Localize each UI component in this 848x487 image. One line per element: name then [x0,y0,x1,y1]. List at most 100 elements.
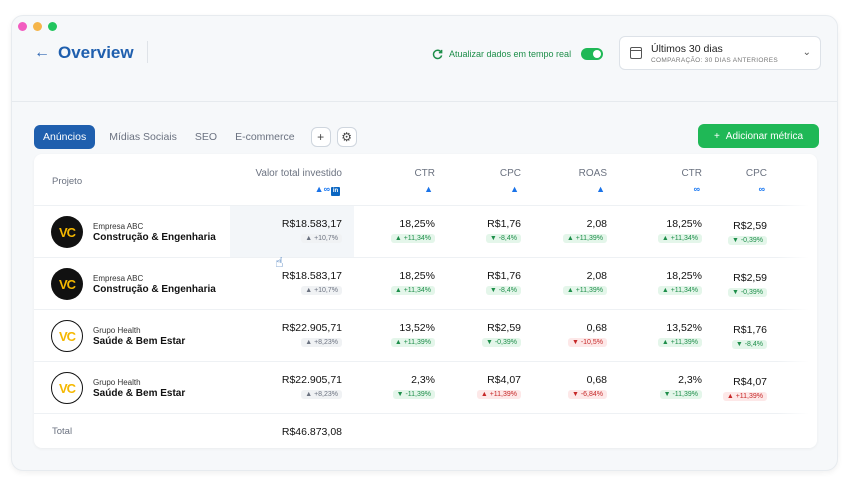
delta-text: +11,39% [489,391,517,398]
metric-value: R$22.905,71 [281,322,342,334]
column-header[interactable]: CPC [500,168,521,179]
column-header[interactable]: CTR [681,168,702,179]
refresh-icon [432,49,443,59]
hand-cursor-icon: ☝ [275,254,284,270]
delta-text: -0,39% [494,339,517,346]
metric-delta-badge: ▲ +10,7% [301,286,342,295]
company-logo: VC [51,216,83,248]
column-header[interactable]: CTR [414,168,435,179]
metric-delta-badge: ▲ +11,39% [476,390,521,399]
realtime-sync-toggle[interactable] [581,48,604,60]
add-metric-button[interactable]: + Adicionar métrica [698,124,819,148]
arrow-up-icon: ▲ [305,339,315,346]
project-column-header: Projeto [52,176,83,187]
metric-delta-badge: ▼ -11,39% [659,390,702,399]
google-ads-icon: ▲ [424,184,433,194]
arrow-up-icon: ▲ [566,235,576,242]
table-row[interactable]: VC Grupo Health Saúde & Bem Estar R$22.905,… [34,362,817,414]
arrow-up-icon: ▲ [661,235,671,242]
arrow-up-icon: ▲ [305,391,315,398]
company-name: Grupo Health [93,326,141,335]
tab-ecommerce[interactable]: E-commerce [227,125,303,149]
company-sector: Saúde & Bem Estar [93,336,186,347]
metric-value: R$1,76 [733,324,767,336]
metrics-table: Projeto Valor total investido ▲∞ in CTR ▲… [34,154,817,448]
title-divider [147,41,148,63]
metric-value: 18,25% [399,270,435,282]
add-metric-label: Adicionar métrica [725,130,804,142]
app-window: ← Overview Atualizar dados em tempo real… [11,15,838,471]
delta-text: -8,4% [744,341,763,348]
delta-text: -10,5% [580,339,603,346]
arrow-up-icon: ▲ [726,393,736,400]
company-logo: VC [51,372,83,404]
metric-value: 2,08 [586,270,607,282]
delta-text: +10,7% [314,287,338,294]
titlebar [12,16,837,36]
back-arrow-icon[interactable]: ← [34,45,50,61]
gear-icon: ⚙ [341,130,352,144]
metric-value: R$18.583,17 [281,218,342,230]
tab-bar: Anúncios Mídias Sociais SEO E-commerce +… [34,125,357,149]
metric-value: 18,25% [399,218,435,230]
table-row[interactable]: VC Grupo Health Saúde & Bem Estar R$22.905,… [34,310,817,362]
arrow-down-icon: ▼ [489,287,499,294]
metric-value: R$2,59 [733,272,767,284]
arrow-up-icon: ▲ [661,287,671,294]
meta-icon: ∞ [693,184,700,194]
arrow-down-icon: ▼ [731,237,741,244]
metric-delta-badge: ▼ -10,5% [567,338,607,347]
metric-delta-badge: ▲ +11,34% [657,286,702,295]
date-range-picker[interactable]: Últimos 30 dias COMPARAÇÃO: 30 DIAS ANTE… [619,36,821,70]
arrow-down-icon: ▼ [735,341,745,348]
realtime-sync: Atualizar dados em tempo real [432,48,604,60]
delta-text: -8,4% [498,235,517,242]
window-close-dot[interactable] [18,21,27,31]
tab-anuncios[interactable]: Anúncios [34,125,96,149]
metric-value: 0,68 [586,322,607,334]
metric-value: 18,25% [666,218,702,230]
tab-settings-button[interactable]: ⚙ [336,127,357,147]
column-header[interactable]: ROAS [579,168,607,179]
arrow-up-icon: ▲ [480,391,490,398]
column-header[interactable]: CPC [746,168,767,179]
delta-text: +11,39% [575,287,603,294]
metric-value: 13,52% [666,322,702,334]
metric-delta-badge: ▼ -8,4% [485,234,521,243]
date-range-label: Últimos 30 dias [651,43,723,55]
metric-value: R$2,59 [733,220,767,232]
header-divider [12,101,837,102]
window-maximize-dot[interactable] [48,21,57,31]
tab-seo[interactable]: SEO [187,125,225,149]
plus-icon: + [713,130,720,142]
window-minimize-dot[interactable] [33,21,42,31]
calendar-icon [630,47,642,59]
add-tab-button[interactable]: + [310,127,331,147]
table-header: Projeto Valor total investido ▲∞ in CTR ▲… [34,154,817,206]
metric-delta-badge: ▼ -0,39% [481,338,521,347]
table-scroll-fade [777,154,817,448]
metric-delta-badge: ▲ +8,23% [301,390,342,399]
arrow-up-icon: ▲ [394,339,404,346]
metric-value: 18,25% [666,270,702,282]
delta-text: +11,39% [735,393,763,400]
metric-delta-badge: ▼ -8,4% [731,340,767,349]
arrow-up-icon: ▲ [305,235,315,242]
table-row[interactable]: VC Empresa ABC Construção & Engenharia R$18… [34,258,817,310]
tab-midias-sociais[interactable]: Mídias Sociais [101,125,185,149]
arrow-down-icon: ▼ [731,289,741,296]
arrow-down-icon: ▼ [485,339,495,346]
delta-text: +11,34% [403,287,431,294]
google-ads-icon: ▲ [314,184,324,194]
arrow-up-icon: ▲ [394,235,404,242]
arrow-up-icon: ▲ [566,287,576,294]
column-header[interactable]: Valor total investido [255,168,342,179]
metric-value: R$18.583,17 [281,270,342,282]
metric-delta-badge: ▼ -8,4% [485,286,521,295]
table-row[interactable]: VC Empresa ABC Construção & Engenharia R$18… [34,206,817,258]
metric-delta-badge: ▼ -11,39% [392,390,435,399]
company-name: Grupo Health [93,378,141,387]
delta-text: +8,23% [314,391,338,398]
company-name: Empresa ABC [93,222,144,231]
delta-text: +8,23% [314,339,338,346]
